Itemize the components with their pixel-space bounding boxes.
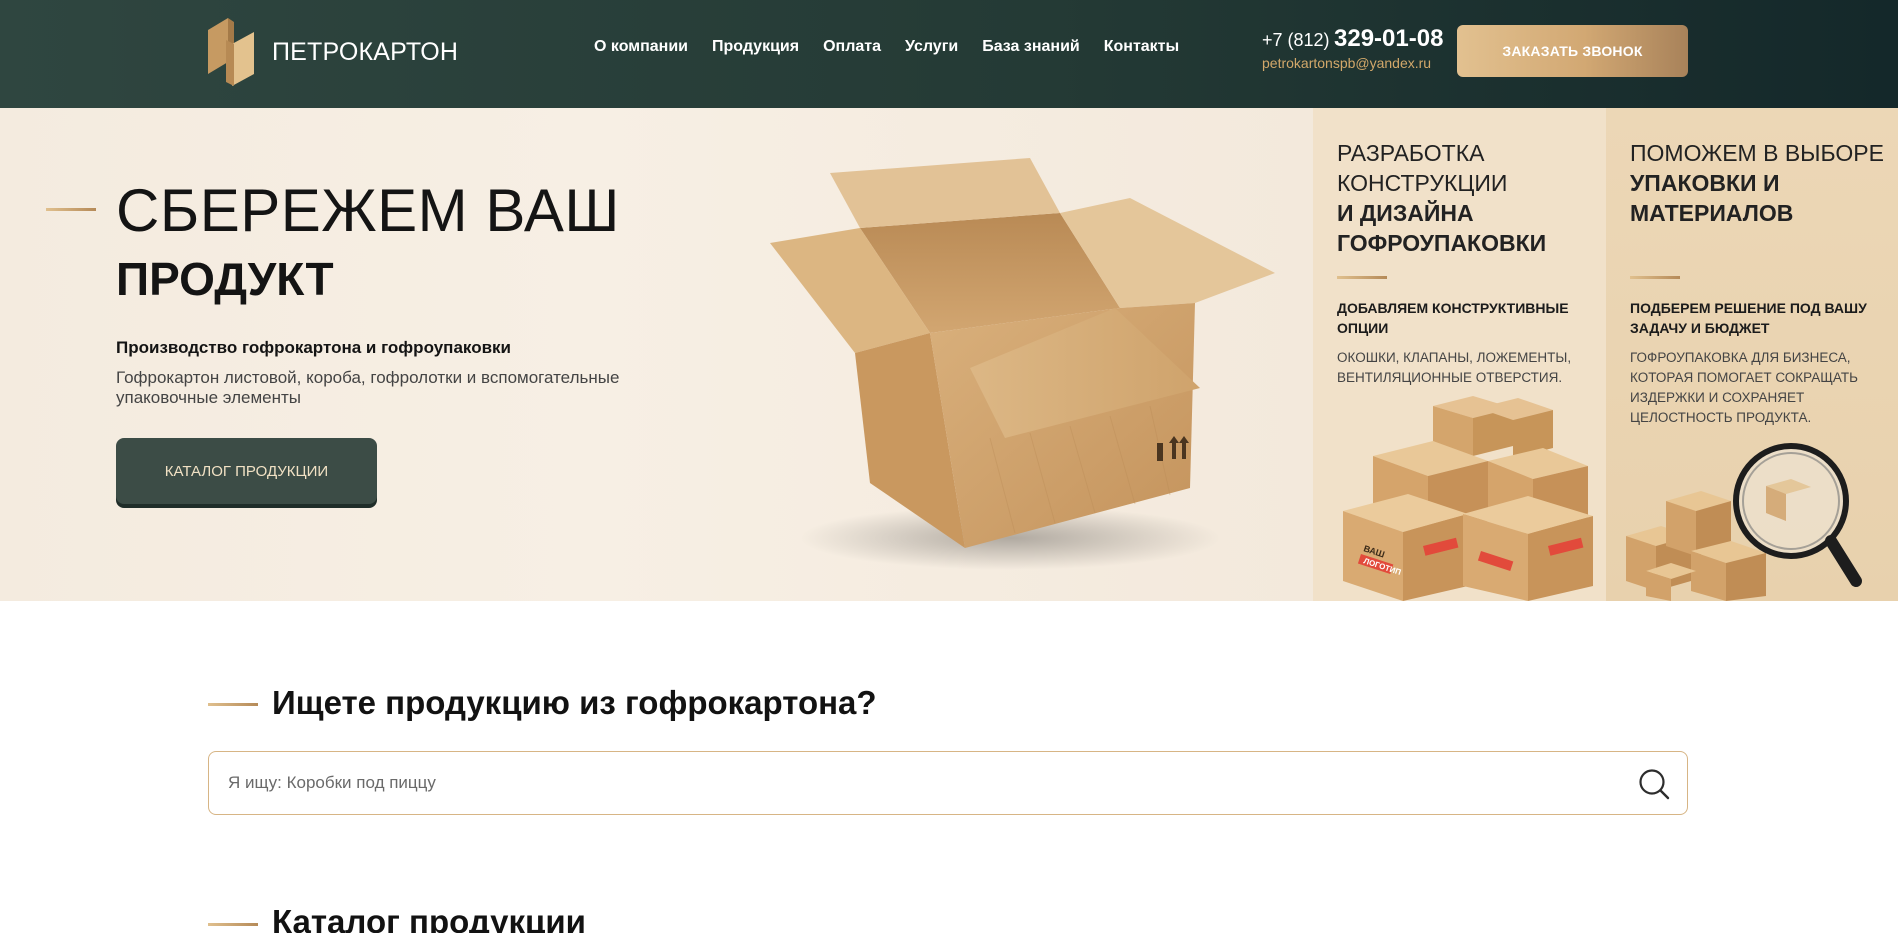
catalog-accent-line [208,923,258,926]
email-link[interactable]: petrokartonspb@yandex.ru [1262,55,1443,71]
order-call-button[interactable]: ЗАКАЗАТЬ ЗВОНОК [1457,25,1688,77]
panel-selection-heading: ПОДБЕРЕМ РЕШЕНИЕ ПОД ВАШУ ЗАДАЧУ И БЮДЖЕ… [1630,300,1867,336]
logo-icon [208,18,254,86]
panel-design-title-light: РАЗРАБОТКА КОНСТРУКЦИИ [1337,140,1508,196]
search-icon[interactable] [1637,767,1671,801]
main-nav: О компании Продукция Оплата Услуги База … [594,38,1203,56]
phone-link[interactable]: +7 (812) 329-01-08 [1262,25,1443,53]
nav-about[interactable]: О компании [594,38,688,56]
search-box [208,751,1688,815]
panel-selection-text: ГОФРОУПАКОВКА ДЛЯ БИЗНЕСА, КОТОРАЯ ПОМОГ… [1630,350,1858,425]
hero-description: Гофрокартон листовой, короба, гофролотки… [116,368,620,407]
panel-design-title-bold: И ДИЗАЙНА ГОФРОУПАКОВКИ [1337,200,1547,256]
panel-selection-title-light: ПОМОЖЕМ В ВЫБОРЕ [1630,140,1884,166]
nav-payment[interactable]: Оплата [823,38,881,56]
hero-subtitle: Производство гофрокартона и гофроупаковк… [116,338,511,357]
header-contacts: +7 (812) 329-01-08 petrokartonspb@yandex… [1262,25,1443,71]
logo-text: ПЕТРОКАРТОН [272,37,459,66]
nav-contacts[interactable]: Контакты [1104,38,1179,56]
search-accent-line [208,703,258,706]
panel-design: РАЗРАБОТКА КОНСТРУКЦИИ И ДИЗАЙНА ГОФРОУП… [1313,108,1606,601]
catalog-section-title: Каталог продукции [272,903,586,933]
panel-selection-accent-line [1630,276,1680,279]
nav-knowledge-base[interactable]: База знаний [982,38,1080,56]
phone-code: +7 (812) [1262,30,1330,50]
panel-selection-title: ПОМОЖЕМ В ВЫБОРЕ УПАКОВКИ И МАТЕРИАЛОВ [1630,138,1898,228]
hero-title-line1: СБЕРЕЖЕМ ВАШ [116,177,620,244]
panel-design-text: ОКОШКИ, КЛАПАНЫ, ЛОЖЕМЕНТЫ, ВЕНТИЛЯЦИОНН… [1337,350,1572,385]
nav-products[interactable]: Продукция [712,38,799,56]
panel-design-title: РАЗРАБОТКА КОНСТРУКЦИИ И ДИЗАЙНА ГОФРОУП… [1337,138,1606,258]
site-header: ПЕТРОКАРТОН О компании Продукция Оплата … [0,0,1898,108]
panel-selection: ПОМОЖЕМ В ВЫБОРЕ УПАКОВКИ И МАТЕРИАЛОВ П… [1606,108,1898,601]
search-section-title: Ищете продукцию из гофрокартона? [272,684,877,721]
logo[interactable]: ПЕТРОКАРТОН [206,16,458,88]
magnifier-boxes-image [1626,443,1862,601]
open-box-image [770,158,1275,570]
hero-title-line2: ПРОДУКТ [116,253,334,305]
panel-selection-title-bold: УПАКОВКИ И МАТЕРИАЛОВ [1630,170,1794,226]
hero-accent-line [46,208,96,211]
search-input[interactable] [228,752,1608,814]
branded-boxes-image: ВАШ ЛОГОТИП [1343,396,1593,601]
panel-design-heading: ДОБАВЛЯЕМ КОНСТРУКТИВНЫЕ ОПЦИИ [1337,300,1569,336]
phone-number: 329-01-08 [1334,25,1444,52]
panel-design-accent-line [1337,276,1387,279]
hero-banner: СБЕРЕЖЕМ ВАШ ПРОДУКТ Производство гофрок… [0,108,1313,601]
nav-services[interactable]: Услуги [905,38,958,56]
catalog-button[interactable]: КАТАЛОГ ПРОДУКЦИИ [116,438,377,504]
